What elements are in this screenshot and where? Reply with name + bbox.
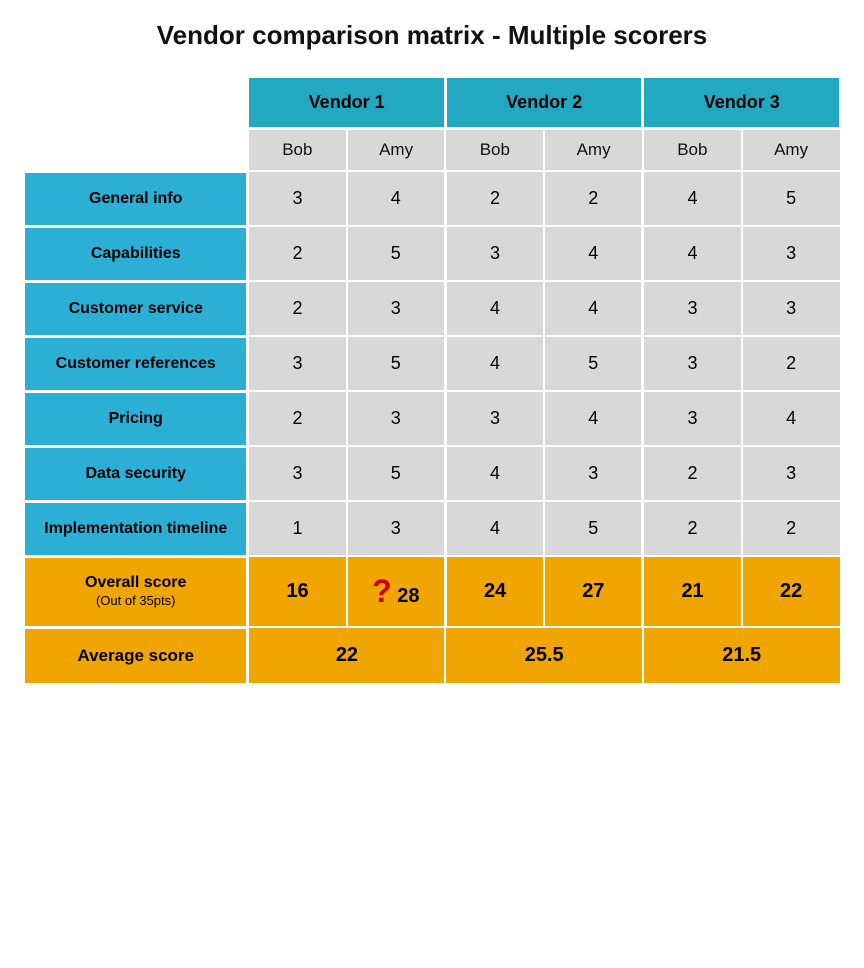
corner-cell-2 bbox=[24, 129, 248, 172]
score-5-4: 2 bbox=[643, 446, 742, 501]
overall-label: Overall score (Out of 35pts) bbox=[24, 556, 248, 627]
vendor-2-header: Vendor 2 bbox=[445, 77, 643, 129]
overall-v3-bob: 21 bbox=[643, 556, 742, 627]
score-6-5: 2 bbox=[742, 501, 841, 556]
score-1-3: 4 bbox=[544, 226, 643, 281]
v2-amy-header: Amy bbox=[544, 129, 643, 172]
average-v2: 25.5 bbox=[445, 627, 643, 684]
score-2-3: 4 bbox=[544, 281, 643, 336]
category-label-2: Customer service bbox=[24, 281, 248, 336]
category-label-0: General info bbox=[24, 171, 248, 226]
page-title: Vendor comparison matrix - Multiple scor… bbox=[22, 20, 842, 51]
score-0-4: 4 bbox=[643, 171, 742, 226]
score-1-4: 4 bbox=[643, 226, 742, 281]
average-label: Average score bbox=[24, 627, 248, 684]
category-row-0: General info342245 bbox=[24, 171, 841, 226]
v1-amy-header: Amy bbox=[347, 129, 446, 172]
score-2-4: 3 bbox=[643, 281, 742, 336]
average-score-row: Average score 22 25.5 21.5 bbox=[24, 627, 841, 684]
page-container: Vendor comparison matrix - Multiple scor… bbox=[22, 20, 842, 686]
score-1-1: 5 bbox=[347, 226, 446, 281]
overall-score-row: Overall score (Out of 35pts) 16 ? 28 24 … bbox=[24, 556, 841, 627]
overall-v3-amy: 22 bbox=[742, 556, 841, 627]
category-row-6: Implementation timeline134522 bbox=[24, 501, 841, 556]
score-4-2: 3 bbox=[445, 391, 544, 446]
overall-v2-amy: 27 bbox=[544, 556, 643, 627]
category-row-4: Pricing233434 bbox=[24, 391, 841, 446]
score-4-1: 3 bbox=[347, 391, 446, 446]
v1-bob-header: Bob bbox=[248, 129, 347, 172]
score-5-3: 3 bbox=[544, 446, 643, 501]
score-4-0: 2 bbox=[248, 391, 347, 446]
overall-label-text: Overall score bbox=[85, 574, 186, 591]
score-3-3: 5 bbox=[544, 336, 643, 391]
overall-v2-bob: 24 bbox=[445, 556, 544, 627]
score-1-2: 3 bbox=[445, 226, 544, 281]
v2-bob-header: Bob bbox=[445, 129, 544, 172]
score-2-1: 3 bbox=[347, 281, 446, 336]
category-label-3: Customer references bbox=[24, 336, 248, 391]
score-0-5: 5 bbox=[742, 171, 841, 226]
v3-bob-header: Bob bbox=[643, 129, 742, 172]
score-5-5: 3 bbox=[742, 446, 841, 501]
category-label-1: Capabilities bbox=[24, 226, 248, 281]
score-4-4: 3 bbox=[643, 391, 742, 446]
category-label-6: Implementation timeline bbox=[24, 501, 248, 556]
score-2-2: 4 bbox=[445, 281, 544, 336]
comparison-matrix: Vendor 1 Vendor 2 Vendor 3 Bob Amy Bob A… bbox=[22, 75, 842, 686]
score-6-3: 5 bbox=[544, 501, 643, 556]
category-label-4: Pricing bbox=[24, 391, 248, 446]
average-v1: 22 bbox=[248, 627, 446, 684]
score-6-2: 4 bbox=[445, 501, 544, 556]
score-0-0: 3 bbox=[248, 171, 347, 226]
score-6-4: 2 bbox=[643, 501, 742, 556]
score-2-5: 3 bbox=[742, 281, 841, 336]
score-3-1: 5 bbox=[347, 336, 446, 391]
score-0-1: 4 bbox=[347, 171, 446, 226]
score-6-0: 1 bbox=[248, 501, 347, 556]
corner-cell bbox=[24, 77, 248, 129]
score-2-0: 2 bbox=[248, 281, 347, 336]
category-row-1: Capabilities253443 bbox=[24, 226, 841, 281]
category-row-5: Data security354323 bbox=[24, 446, 841, 501]
score-4-3: 4 bbox=[544, 391, 643, 446]
score-0-3: 2 bbox=[544, 171, 643, 226]
score-6-1: 3 bbox=[347, 501, 446, 556]
overall-v1-bob: 16 bbox=[248, 556, 347, 627]
score-3-0: 3 bbox=[248, 336, 347, 391]
category-label-5: Data security bbox=[24, 446, 248, 501]
overall-v1-amy: ? 28 bbox=[347, 556, 446, 627]
score-1-0: 2 bbox=[248, 226, 347, 281]
score-1-5: 3 bbox=[742, 226, 841, 281]
category-row-3: Customer references354532 bbox=[24, 336, 841, 391]
score-3-2: 4 bbox=[445, 336, 544, 391]
vendor-1-header: Vendor 1 bbox=[248, 77, 446, 129]
score-5-0: 3 bbox=[248, 446, 347, 501]
category-row-2: Customer service234433 bbox=[24, 281, 841, 336]
overall-sublabel: (Out of 35pts) bbox=[96, 593, 175, 608]
vendor-3-header: Vendor 3 bbox=[643, 77, 841, 129]
score-3-4: 3 bbox=[643, 336, 742, 391]
score-3-5: 2 bbox=[742, 336, 841, 391]
score-5-1: 5 bbox=[347, 446, 446, 501]
average-v3: 21.5 bbox=[643, 627, 841, 684]
v3-amy-header: Amy bbox=[742, 129, 841, 172]
score-4-5: 4 bbox=[742, 391, 841, 446]
score-5-2: 4 bbox=[445, 446, 544, 501]
score-0-2: 2 bbox=[445, 171, 544, 226]
